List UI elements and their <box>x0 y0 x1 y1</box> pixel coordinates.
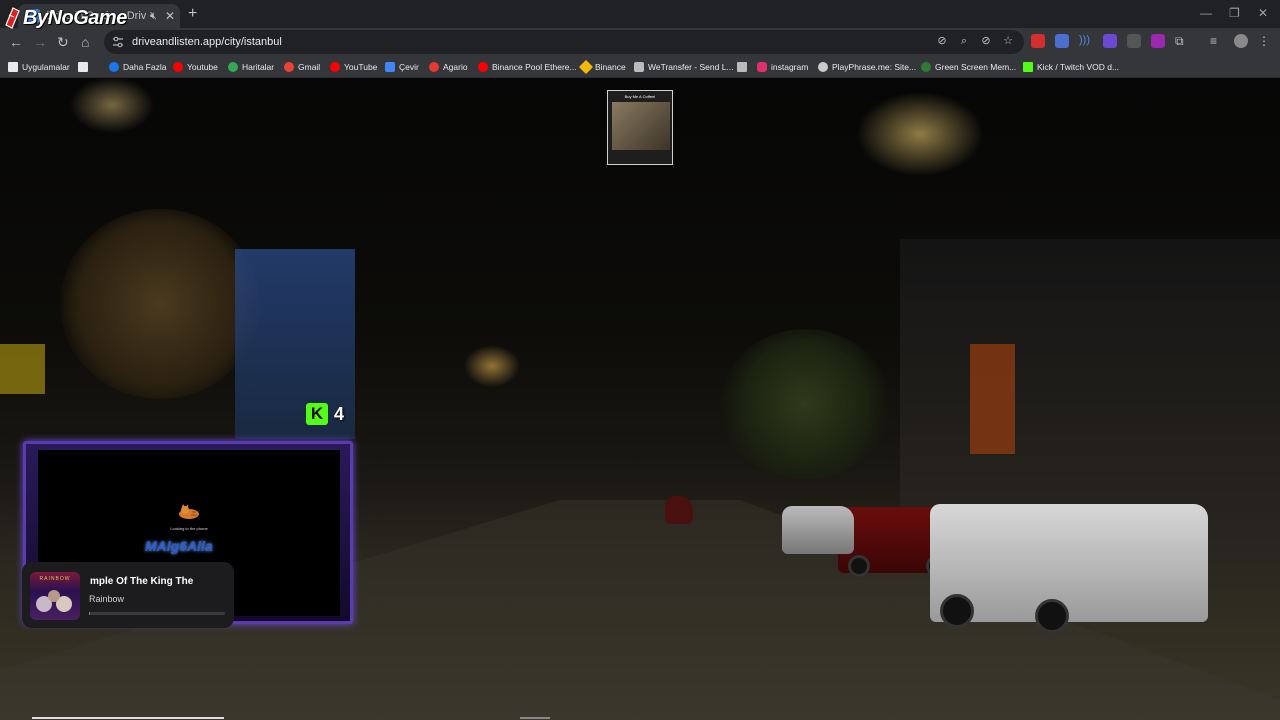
album-art: RAINBOW <box>30 572 80 620</box>
webcam-status-text: Looking to the phone <box>170 526 208 531</box>
star-icon[interactable]: ☆ <box>1002 35 1014 47</box>
far-red-car <box>665 496 693 524</box>
bynogame-logo: ByNoGame <box>4 4 127 32</box>
bookmark-item[interactable]: Binance Pool Ethere... <box>478 60 577 74</box>
instagram-icon <box>757 62 767 72</box>
extensions-puzzle-icon[interactable]: ⧉ <box>1175 34 1189 48</box>
youtube-icon <box>478 62 488 72</box>
reading-list-icon[interactable]: ≡ <box>1210 34 1224 48</box>
viewer-count: 4 <box>334 403 345 424</box>
wheel <box>1035 599 1069 633</box>
kick-icon: K <box>306 403 328 425</box>
profile-avatar-icon[interactable] <box>1234 34 1248 48</box>
bookmark-item[interactable]: Çevir <box>385 60 419 74</box>
cat-icon <box>179 504 199 519</box>
greenscreen-icon <box>921 62 931 72</box>
white-car <box>930 504 1208 633</box>
agario-icon <box>429 62 439 72</box>
bookmark-item[interactable]: instagram <box>757 60 808 74</box>
restore-button[interactable]: ❐ <box>1229 6 1240 20</box>
kick-viewer-counter: K 4 <box>306 403 344 425</box>
close-window-button[interactable]: ✕ <box>1258 6 1268 20</box>
bookmark-item[interactable]: Kick / Twitch VOD d... <box>1023 60 1119 74</box>
tree-right <box>720 329 890 479</box>
tree-left <box>60 209 260 399</box>
binance-icon <box>578 59 594 75</box>
wetransfer-icon <box>634 62 644 72</box>
bookmark-item[interactable]: Binance <box>578 59 626 75</box>
bookmark-item[interactable] <box>78 60 92 74</box>
new-tab-button[interactable]: + <box>188 5 197 23</box>
bookmark-item[interactable] <box>737 60 751 74</box>
browser-toolbar: ← → ↻ ⌂ driveandlisten.app/city/istanbul… <box>0 28 1280 56</box>
playphrase-icon <box>818 62 828 72</box>
home-icon[interactable]: ⌂ <box>81 34 89 50</box>
track-artist: Rainbow <box>89 594 125 604</box>
bookmark-item[interactable]: Uygulamalar <box>8 60 70 74</box>
apps-grid-icon <box>8 62 18 72</box>
menu-kebab-icon[interactable]: ⋮ <box>1258 34 1272 48</box>
back-icon[interactable]: ← <box>9 34 23 50</box>
now-playing-widget: RAINBOW mple Of The King The Rainbow <box>22 562 234 628</box>
bookmark-item[interactable]: WeTransfer - Send L... <box>634 60 734 74</box>
bookmark-item[interactable]: YouTube <box>330 60 377 74</box>
facebook-icon <box>109 62 119 72</box>
video-progress-left <box>32 717 224 719</box>
forward-icon[interactable]: → <box>33 34 47 50</box>
bynogame-mark-icon <box>5 7 20 29</box>
bookmark-item[interactable]: Youtube <box>173 60 218 74</box>
eye-off-icon[interactable]: ⊘ <box>936 35 948 47</box>
bookmark-icon <box>737 62 747 72</box>
address-bar[interactable]: driveandlisten.app/city/istanbul ⊘ ⌕ ⊘ ☆ <box>104 30 1024 54</box>
coffee-widget-image <box>612 102 670 150</box>
bookmark-item[interactable]: Haritalar <box>228 60 274 74</box>
wheel <box>848 555 870 577</box>
yellow-sign <box>0 344 45 394</box>
extension-pen-icon[interactable] <box>1103 34 1117 48</box>
bookmarks-bar: Uygulamalar Daha Fazla Youtube Haritalar… <box>0 56 1280 78</box>
silver-car <box>782 506 854 554</box>
maps-icon <box>228 62 238 72</box>
tracking-off-icon[interactable]: ⊘ <box>980 35 992 47</box>
logo-text: ByNoGame <box>23 6 127 29</box>
url-text[interactable]: driveandlisten.app/city/istanbul <box>132 36 282 48</box>
minimize-button[interactable]: — <box>1200 6 1212 20</box>
translate-icon <box>385 62 395 72</box>
bookmark-item[interactable]: Daha Fazla <box>109 60 166 74</box>
grid-icon <box>78 62 88 72</box>
site-settings-icon[interactable] <box>112 36 124 48</box>
bookmark-item[interactable]: Agario <box>429 60 468 74</box>
reload-icon[interactable]: ↻ <box>57 34 69 51</box>
tab-bar: Drive in Spain – Drive 🔇︎ ✕ + — ❐ ✕ <box>0 0 1280 28</box>
video-progress-marker <box>520 717 550 719</box>
gmail-icon <box>284 62 294 72</box>
extension-new-icon[interactable] <box>1031 34 1045 48</box>
orange-sign <box>970 344 1015 454</box>
buy-me-coffee-widget[interactable]: Buy Me A Coffee! <box>607 90 673 165</box>
zoom-icon[interactable]: ⌕ <box>958 35 970 47</box>
coffee-widget-title: Buy Me A Coffee! <box>624 94 656 99</box>
tab-close-icon[interactable]: ✕ <box>165 9 175 23</box>
youtube-icon <box>330 62 340 72</box>
bookmark-item[interactable]: PlayPhrase.me: Site... <box>818 60 916 74</box>
extension-audio-icon[interactable]: ))) <box>1079 34 1093 48</box>
track-progress-fill <box>89 612 91 615</box>
kick-icon <box>1023 62 1033 72</box>
extension-screenshot-icon[interactable] <box>1127 34 1141 48</box>
streamer-name: MAlg6Alla <box>145 538 213 554</box>
wheel <box>940 594 974 628</box>
tab-mute-icon[interactable]: 🔇︎ <box>150 10 157 23</box>
youtube-icon <box>173 62 183 72</box>
album-faces-icon <box>36 590 72 612</box>
bookmark-item[interactable]: Gmail <box>284 60 320 74</box>
track-progress-bar[interactable] <box>89 612 225 615</box>
bookmark-item[interactable]: Green Screen Mem... <box>921 60 1016 74</box>
track-title: mple Of The King The <box>90 576 194 587</box>
extension-translate-icon[interactable] <box>1055 34 1069 48</box>
extension-purple-icon[interactable] <box>1151 34 1165 48</box>
